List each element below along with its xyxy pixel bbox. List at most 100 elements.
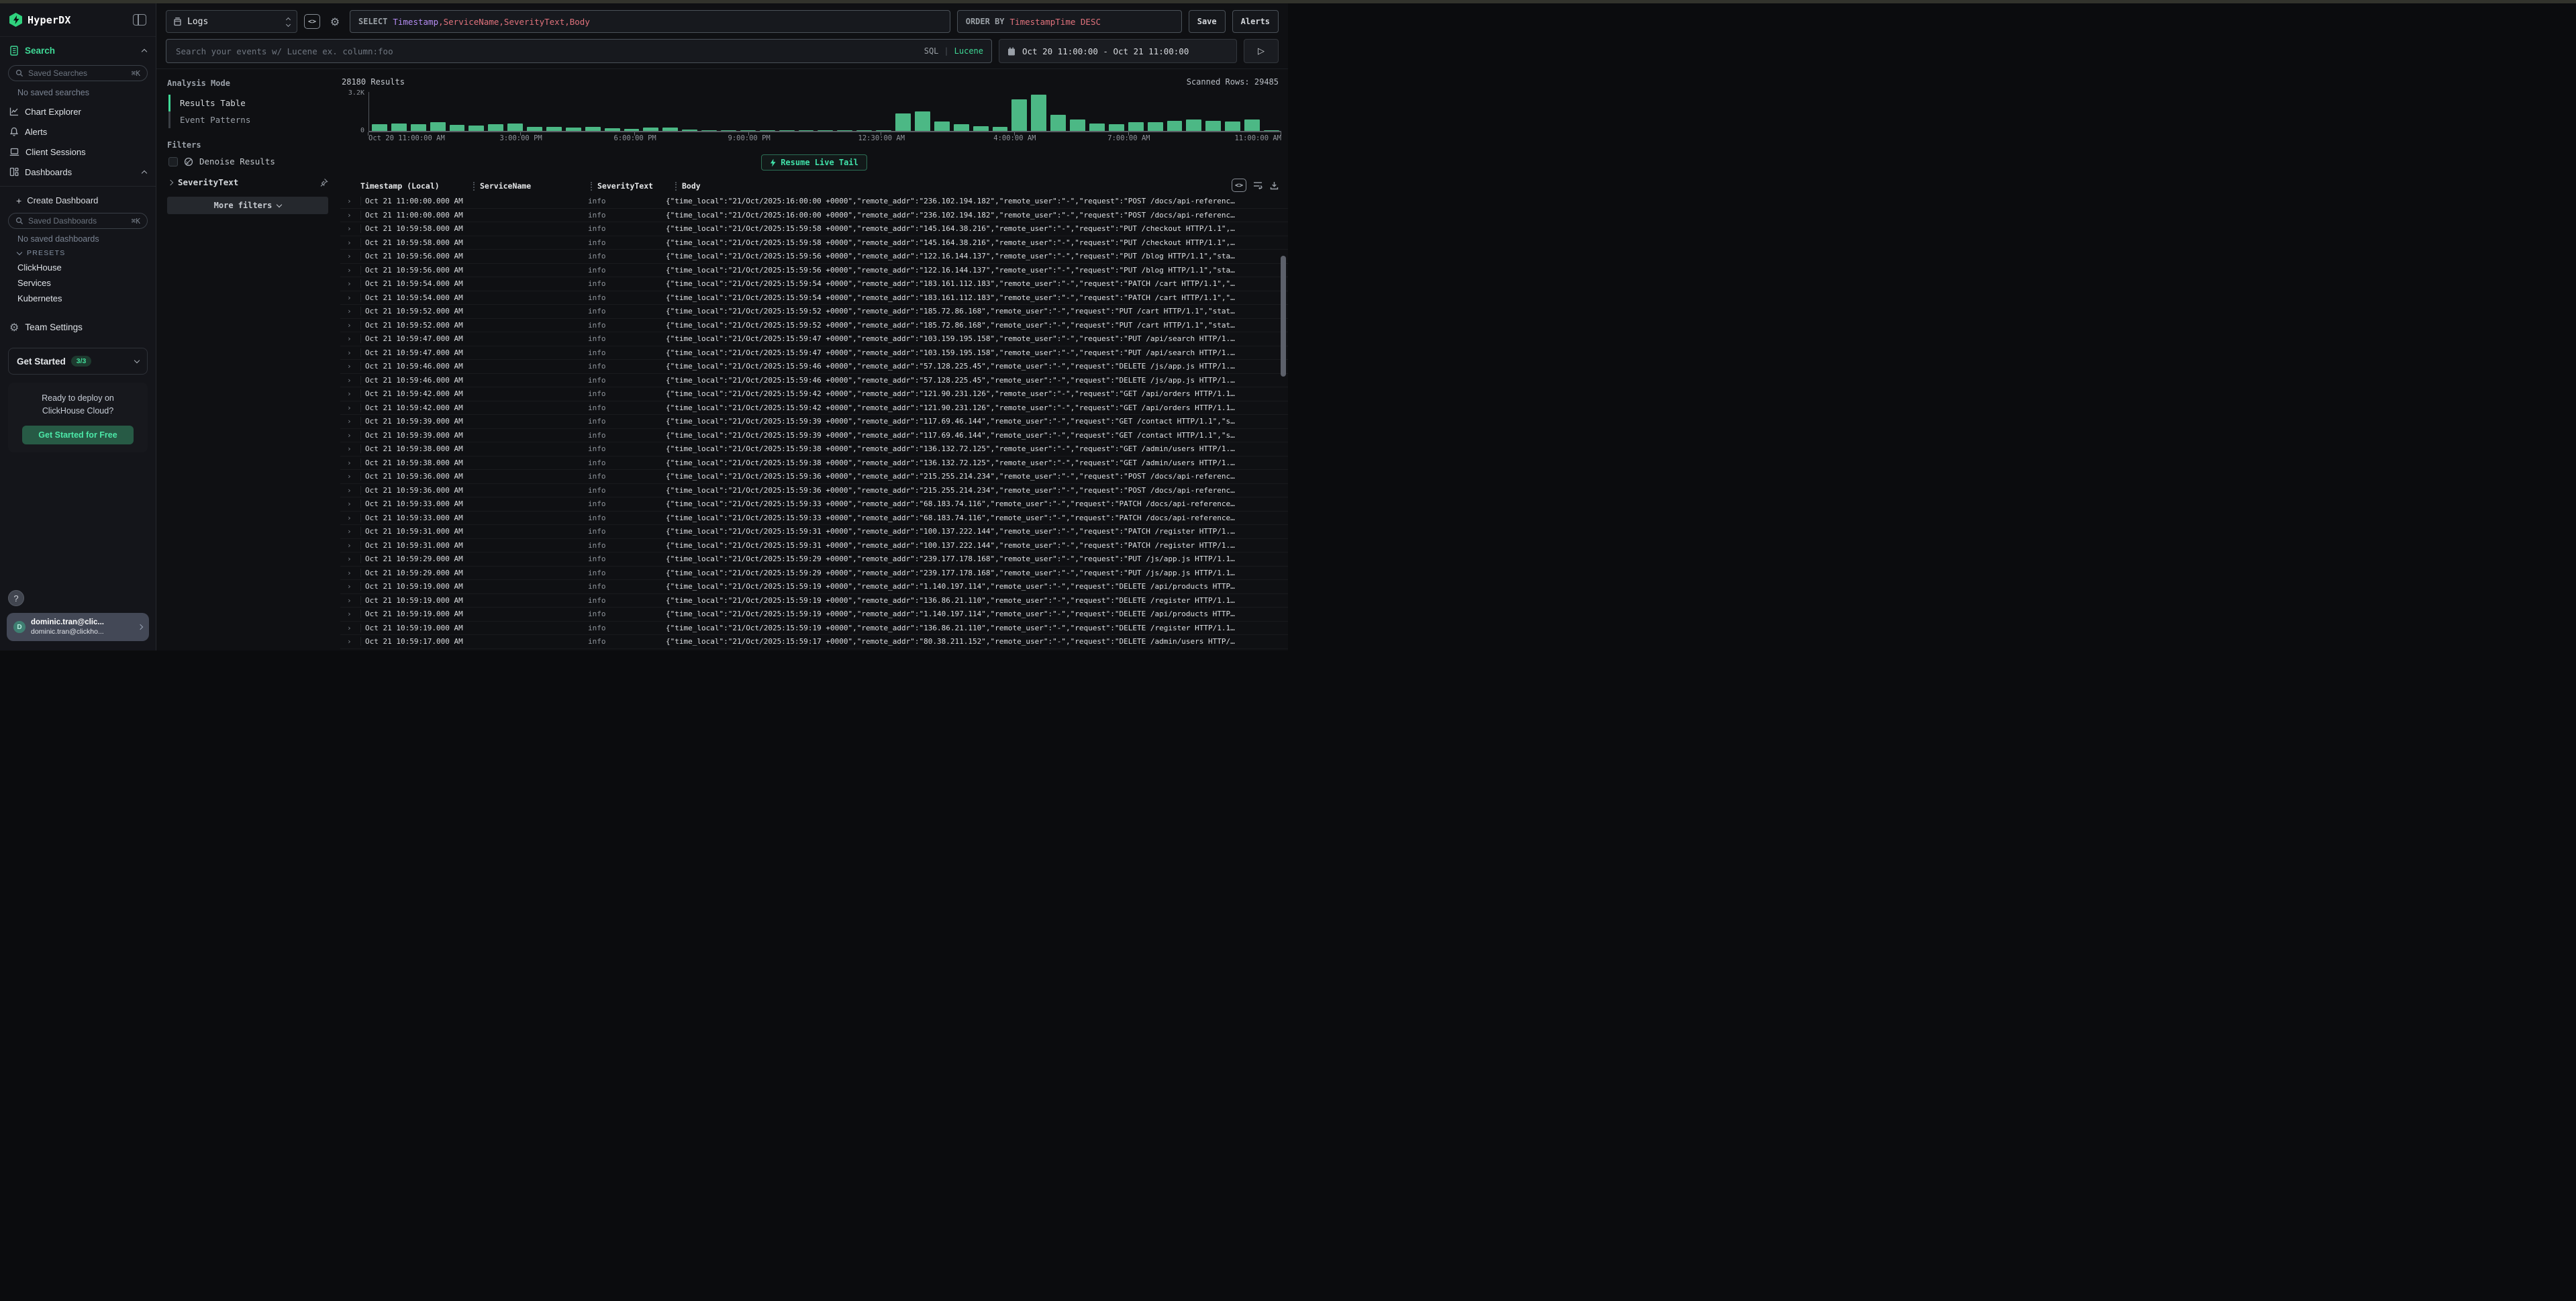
table-row[interactable]: ›Oct 21 10:59:19.000 AMinfo{"time_local"… — [340, 608, 1288, 622]
table-row[interactable]: ›Oct 21 10:59:17.000 AMinfo{"time_local"… — [340, 649, 1288, 651]
table-row[interactable]: ›Oct 21 10:59:54.000 AMinfo{"time_local"… — [340, 277, 1288, 291]
table-row[interactable]: ›Oct 21 10:59:42.000 AMinfo{"time_local"… — [340, 387, 1288, 401]
table-row[interactable]: ›Oct 21 10:59:52.000 AMinfo{"time_local"… — [340, 319, 1288, 333]
table-row[interactable]: ›Oct 21 10:59:39.000 AMinfo{"time_local"… — [340, 415, 1288, 429]
cell-timestamp: Oct 21 10:59:56.000 AM — [360, 252, 477, 260]
table-row[interactable]: ›Oct 21 10:59:19.000 AMinfo{"time_local"… — [340, 580, 1288, 594]
sidebar-item-label: Alerts — [25, 127, 47, 137]
promo-line2: ClickHouse Cloud? — [16, 405, 140, 418]
vertical-scrollbar[interactable] — [1281, 256, 1286, 377]
cell-timestamp: Oct 21 10:59:17.000 AM — [360, 637, 477, 646]
source-selector[interactable]: Logs — [166, 10, 297, 33]
sidebar-item-label: Chart Explorer — [25, 107, 81, 117]
saved-dashboards-input[interactable]: Saved Dashboards ⌘K — [8, 213, 148, 229]
table-row[interactable]: ›Oct 21 10:59:17.000 AMinfo{"time_local"… — [340, 635, 1288, 649]
cell-timestamp: Oct 21 10:59:42.000 AM — [360, 403, 477, 412]
cell-body: {"time_local":"21/Oct/2025:15:59:33 +000… — [666, 514, 1288, 522]
sidebar-item-dashboards[interactable]: Dashboards — [0, 162, 156, 182]
table-row[interactable]: ›Oct 21 10:59:38.000 AMinfo{"time_local"… — [340, 442, 1288, 456]
table-row[interactable]: ›Oct 21 10:59:47.000 AMinfo{"time_local"… — [340, 346, 1288, 360]
column-resize-handle[interactable] — [473, 182, 475, 191]
sidebar-item-team-settings[interactable]: ⚙ Team Settings — [0, 317, 156, 337]
table-row[interactable]: ›Oct 21 10:59:36.000 AMinfo{"time_local"… — [340, 470, 1288, 484]
table-row[interactable]: ›Oct 21 10:59:36.000 AMinfo{"time_local"… — [340, 484, 1288, 498]
sidebar-item-chart-explorer[interactable]: Chart Explorer — [0, 101, 156, 122]
get-started-panel[interactable]: Get Started 3/3 — [8, 348, 148, 375]
get-started-free-button[interactable]: Get Started for Free — [22, 426, 134, 444]
sidebar-item-alerts[interactable]: Alerts — [0, 122, 156, 142]
preset-item-clickhouse[interactable]: ClickHouse — [0, 260, 156, 275]
row-expand-chevron: › — [340, 224, 360, 233]
y-tick-zero: 0 — [344, 127, 364, 134]
facet-severitytext[interactable]: SeverityText — [168, 177, 328, 187]
cell-body: {"time_local":"21/Oct/2025:15:59:19 +000… — [666, 624, 1288, 632]
search-input[interactable] — [175, 46, 918, 57]
table-row[interactable]: ›Oct 21 10:59:52.000 AMinfo{"time_local"… — [340, 305, 1288, 319]
table-row[interactable]: ›Oct 21 10:59:38.000 AMinfo{"time_local"… — [340, 456, 1288, 471]
sidebar-item-search[interactable]: Search — [0, 40, 156, 61]
table-row[interactable]: ›Oct 21 10:59:29.000 AMinfo{"time_local"… — [340, 552, 1288, 567]
query-settings-gear-icon[interactable]: ⚙ — [327, 13, 343, 30]
table-row[interactable]: ›Oct 21 10:59:33.000 AMinfo{"time_local"… — [340, 512, 1288, 526]
table-row[interactable]: ›Oct 21 10:59:31.000 AMinfo{"time_local"… — [340, 539, 1288, 553]
preset-item-services[interactable]: Services — [0, 275, 156, 291]
wrap-text-icon[interactable] — [1253, 181, 1263, 189]
create-dashboard-button[interactable]: + Create Dashboard — [0, 191, 156, 209]
table-row[interactable]: ›Oct 21 10:59:19.000 AMinfo{"time_local"… — [340, 594, 1288, 608]
download-icon[interactable] — [1270, 181, 1279, 190]
orderby-input[interactable]: ORDER BY TimestampTime DESC — [957, 10, 1182, 33]
cell-severitytext: info — [588, 362, 666, 371]
user-menu[interactable]: D dominic.tran@clic... dominic.tran@clic… — [7, 613, 149, 641]
presets-toggle[interactable]: PRESETS — [0, 245, 156, 260]
more-filters-button[interactable]: More filters — [167, 197, 328, 214]
date-range-picker[interactable]: Oct 20 11:00:00 - Oct 21 11:00:00 — [999, 39, 1237, 63]
table-row[interactable]: ›Oct 21 10:59:31.000 AMinfo{"time_local"… — [340, 525, 1288, 539]
help-button[interactable]: ? — [8, 590, 24, 606]
table-row[interactable]: ›Oct 21 10:59:29.000 AMinfo{"time_local"… — [340, 567, 1288, 581]
expand-json-icon[interactable]: <> — [1232, 179, 1246, 192]
analysis-mode-results-table[interactable]: Results Table — [168, 95, 328, 111]
promo-line1: Ready to deploy on — [16, 392, 140, 405]
resume-live-tail-button[interactable]: Resume Live Tail — [761, 154, 867, 171]
table-row[interactable]: ›Oct 21 10:59:56.000 AMinfo{"time_local"… — [340, 250, 1288, 264]
table-row[interactable]: ›Oct 21 11:00:00.000 AMinfo{"time_local"… — [340, 195, 1288, 209]
code-view-icon[interactable]: <> — [304, 14, 320, 29]
cell-timestamp: Oct 21 10:59:47.000 AM — [360, 348, 477, 357]
table-row[interactable]: ›Oct 21 10:59:56.000 AMinfo{"time_local"… — [340, 264, 1288, 278]
denoise-results-toggle[interactable]: Denoise Results — [168, 156, 328, 166]
saved-searches-input[interactable]: Saved Searches ⌘K — [8, 65, 148, 81]
histogram-bar — [1011, 99, 1027, 131]
table-row[interactable]: ›Oct 21 10:59:39.000 AMinfo{"time_local"… — [340, 429, 1288, 443]
alerts-button[interactable]: Alerts — [1232, 10, 1279, 33]
preset-item-kubernetes[interactable]: Kubernetes — [0, 291, 156, 306]
table-row[interactable]: ›Oct 21 10:59:19.000 AMinfo{"time_local"… — [340, 622, 1288, 636]
table-row[interactable]: ›Oct 21 10:59:46.000 AMinfo{"time_local"… — [340, 360, 1288, 374]
select-query-input[interactable]: SELECT Timestamp,ServiceName,SeverityTex… — [350, 10, 950, 33]
row-expand-chevron: › — [340, 459, 360, 467]
save-button[interactable]: Save — [1189, 10, 1226, 33]
bell-icon — [9, 127, 19, 137]
table-row[interactable]: ›Oct 21 10:59:42.000 AMinfo{"time_local"… — [340, 401, 1288, 416]
denoise-checkbox[interactable] — [168, 157, 178, 166]
table-row[interactable]: ›Oct 21 10:59:33.000 AMinfo{"time_local"… — [340, 497, 1288, 512]
results-table: Timestamp (Local) ServiceName SeverityTe… — [340, 177, 1288, 650]
language-sql-toggle[interactable]: SQL — [924, 46, 939, 56]
cell-severitytext: info — [588, 417, 666, 426]
analysis-mode-event-patterns[interactable]: Event Patterns — [168, 111, 328, 128]
pin-icon[interactable] — [319, 178, 328, 187]
table-row[interactable]: ›Oct 21 10:59:54.000 AMinfo{"time_local"… — [340, 291, 1288, 305]
table-row[interactable]: ›Oct 21 10:59:47.000 AMinfo{"time_local"… — [340, 332, 1288, 346]
table-row[interactable]: ›Oct 21 10:59:58.000 AMinfo{"time_local"… — [340, 222, 1288, 236]
language-lucene-toggle[interactable]: Lucene — [954, 46, 983, 56]
sidebar-divider — [0, 186, 156, 187]
column-resize-handle[interactable] — [675, 182, 677, 191]
table-row[interactable]: ›Oct 21 11:00:00.000 AMinfo{"time_local"… — [340, 209, 1288, 223]
table-row[interactable]: ›Oct 21 10:59:46.000 AMinfo{"time_local"… — [340, 374, 1288, 388]
run-query-button[interactable]: ▷ — [1244, 39, 1279, 63]
chevron-right-icon — [168, 179, 173, 185]
sidebar-collapse-icon[interactable] — [133, 14, 146, 26]
sidebar-item-client-sessions[interactable]: Client Sessions — [0, 142, 156, 162]
table-row[interactable]: ›Oct 21 10:59:58.000 AMinfo{"time_local"… — [340, 236, 1288, 250]
cell-severitytext: info — [588, 238, 666, 247]
column-resize-handle[interactable] — [591, 182, 592, 191]
